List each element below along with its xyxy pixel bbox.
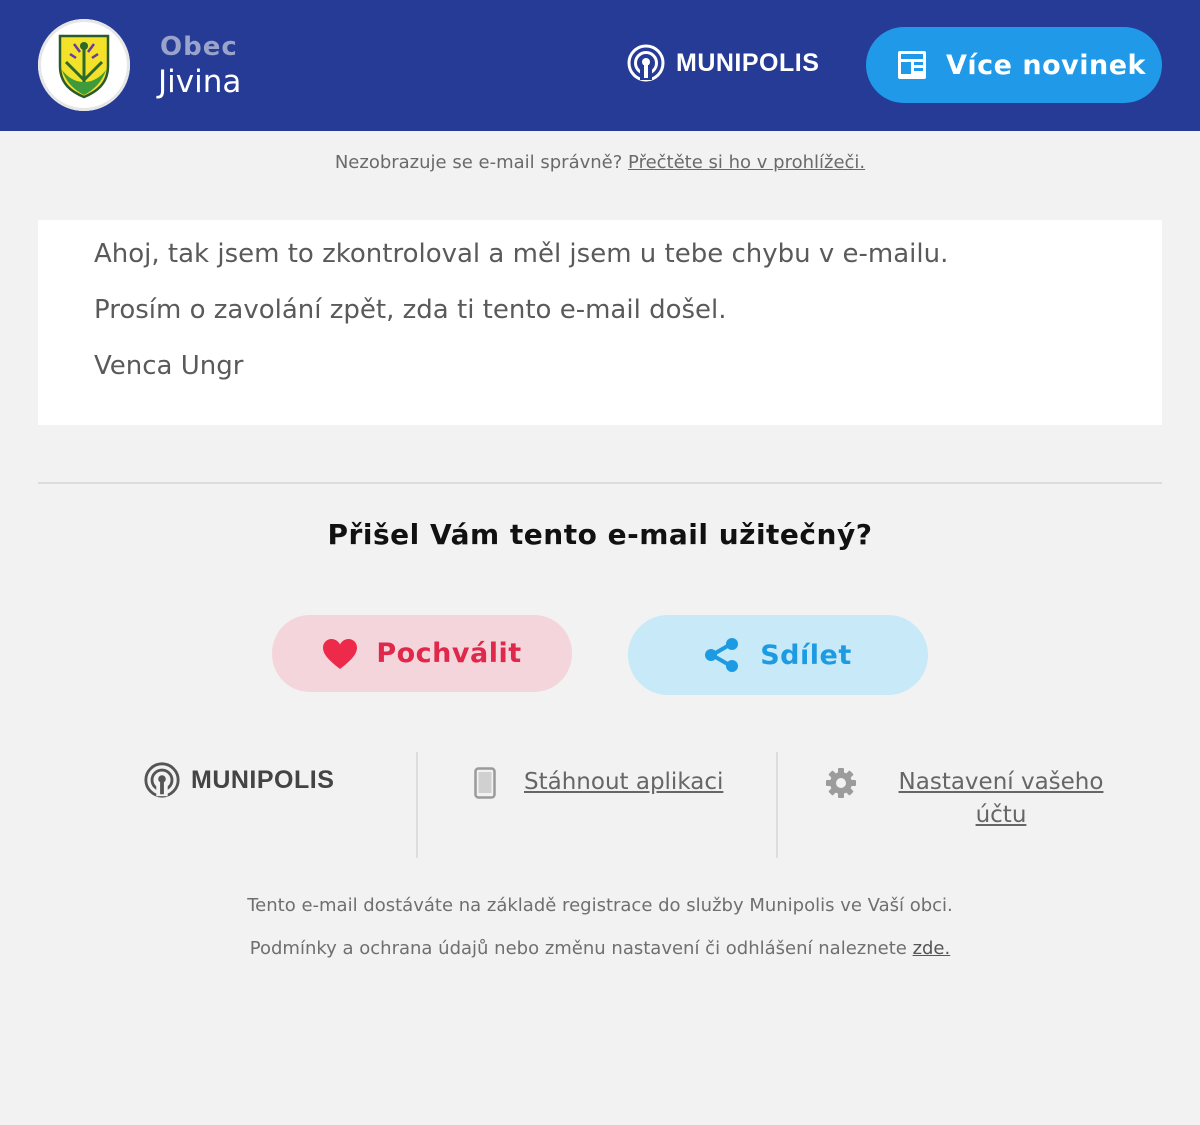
phone-icon <box>474 767 496 799</box>
town-name: Jivina <box>158 64 242 100</box>
section-divider <box>38 482 1162 484</box>
munipolis-logo[interactable]: MUNIPOLIS <box>626 42 819 84</box>
view-in-browser-link[interactable]: Přečtěte si ho v prohlížeči. <box>628 152 865 173</box>
broadcast-icon <box>627 44 665 82</box>
browser-note-text: Nezobrazuje se e-mail správně? <box>334 152 623 173</box>
share-label: Sdílet <box>760 639 852 671</box>
message-line: Ahoj, tak jsem to zkontroloval a měl jse… <box>94 239 949 269</box>
message-card: Ahoj, tak jsem to zkontroloval a měl jse… <box>38 220 1162 425</box>
terms-note: Podmínky a ochrana údajů nebo změnu nast… <box>0 938 1200 959</box>
account-settings-link[interactable]: Nastavení vašeho účtu <box>824 766 1116 832</box>
share-button[interactable]: Sdílet <box>628 615 928 695</box>
praise-button[interactable]: Pochválit <box>272 615 572 692</box>
browser-view-note: Nezobrazuje se e-mail správně? Přečtěte … <box>0 152 1200 173</box>
header-bar: Obec Jivina MUNIPOLIS Více novinek <box>0 0 1200 131</box>
newspaper-icon <box>898 51 926 79</box>
footer-separator <box>776 752 778 858</box>
message-line: Prosím o zavolání zpět, zda ti tento e-m… <box>94 295 727 325</box>
footer-brand-name: MUNIPOLIS <box>191 765 335 794</box>
heart-icon <box>323 638 358 669</box>
feedback-question: Přišel Vám tento e-mail užitečný? <box>327 518 873 551</box>
broadcast-icon <box>144 762 180 798</box>
more-news-button[interactable]: Více novinek <box>866 27 1162 103</box>
registration-note: Tento e-mail dostáváte na základě regist… <box>247 895 953 916</box>
download-app-link[interactable]: Stáhnout aplikaci <box>474 766 723 799</box>
terms-link[interactable]: zde. <box>913 938 951 959</box>
message-signature: Venca Ungr <box>94 351 244 381</box>
more-news-label: Více novinek <box>946 49 1146 81</box>
terms-note-text: Podmínky a ochrana údajů nebo změnu nast… <box>249 938 907 959</box>
gear-icon <box>826 768 856 798</box>
brand-name: MUNIPOLIS <box>676 48 820 77</box>
footer-separator <box>416 752 418 858</box>
municipal-crest-icon[interactable] <box>38 19 130 111</box>
footer-munipolis-logo[interactable]: MUNIPOLIS <box>143 760 334 800</box>
account-settings-label[interactable]: Nastavení vašeho účtu <box>886 766 1116 832</box>
share-icon <box>705 638 739 672</box>
praise-label: Pochválit <box>376 638 522 669</box>
download-app-label[interactable]: Stáhnout aplikaci <box>524 766 723 799</box>
municipality-type-label: Obec <box>160 32 238 62</box>
